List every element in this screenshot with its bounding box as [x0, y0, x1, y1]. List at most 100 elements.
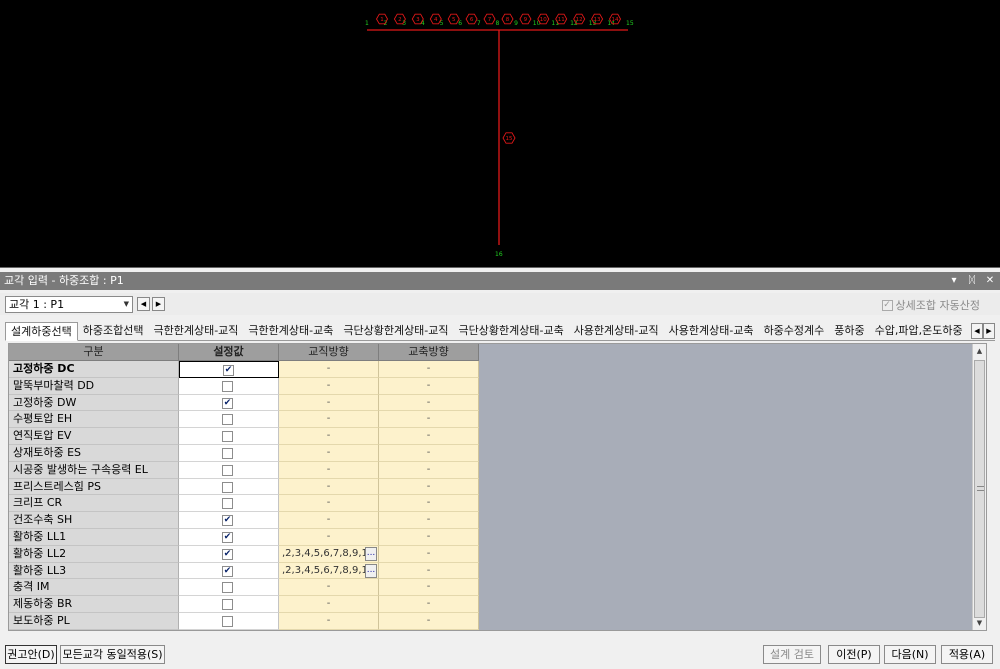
member-marker-label: 13	[594, 17, 601, 23]
setting-cell[interactable]: ✔	[179, 394, 279, 412]
load-checkbox[interactable]	[222, 447, 233, 459]
member-marker[interactable]: 14	[608, 13, 622, 25]
tab-5[interactable]: 극단상황한계상태-교축	[454, 322, 569, 341]
transverse-value: -	[326, 598, 331, 610]
tab-6[interactable]: 사용한계상태-교직	[569, 322, 664, 341]
transverse-value: ,2,3,4,5,6,7,8,9,1(	[282, 564, 372, 576]
column-marker[interactable]: 15	[502, 132, 516, 144]
next-pier-button[interactable]: ▶	[152, 297, 165, 311]
prev-pier-button[interactable]: ◀	[137, 297, 150, 311]
setting-cell[interactable]	[179, 428, 279, 445]
load-checkbox[interactable]	[222, 464, 233, 476]
load-checkbox[interactable]: ✔	[222, 565, 233, 577]
load-checkbox[interactable]: ✔	[223, 365, 234, 376]
setting-cell[interactable]: ✔	[179, 562, 279, 580]
member-marker[interactable]: 12	[573, 13, 586, 25]
scroll-up-icon[interactable]: ▲	[973, 344, 986, 358]
table-row: 상재토하중 ES - -	[9, 444, 480, 462]
setting-cell[interactable]: ✔	[179, 512, 279, 529]
setting-cell[interactable]	[179, 377, 279, 395]
apply-button[interactable]: 적용(A)	[941, 645, 993, 664]
tab-3[interactable]: 극한한계상태-교축	[243, 322, 338, 341]
load-name: 연직토압 EV	[9, 428, 179, 445]
tab-1[interactable]: 하중조합선택	[78, 322, 149, 341]
tab-8[interactable]: 하중수정계수	[759, 322, 830, 341]
header-longitudinal: 교축방향	[379, 344, 479, 361]
member-marker[interactable]: 11	[555, 13, 568, 25]
pier-select-value: 교각 1 : P1	[9, 298, 65, 311]
ellipsis-button[interactable]: ...	[365, 546, 377, 561]
member-marker-label: 11	[558, 17, 565, 23]
longitudinal-cell: -	[379, 444, 479, 462]
tab-9[interactable]: 풍하중	[829, 322, 869, 341]
setting-cell[interactable]: ✔	[179, 361, 279, 378]
panel-close-icon[interactable]: ✕	[984, 272, 996, 290]
next-button[interactable]: 다음(N)	[884, 645, 936, 664]
transverse-cell[interactable]: ,2,3,4,5,6,7,8,9,1(...	[279, 545, 379, 563]
tab-0[interactable]: 설계하중선택	[5, 322, 78, 341]
member-marker[interactable]: 3	[411, 13, 424, 25]
load-checkbox[interactable]	[222, 481, 233, 493]
node-label: 9	[514, 20, 518, 27]
member-marker[interactable]: 9	[519, 13, 532, 25]
load-checkbox[interactable]	[222, 380, 233, 392]
tab-2[interactable]: 극한한계상태-교직	[148, 322, 243, 341]
load-checkbox[interactable]	[222, 582, 233, 594]
tab-7[interactable]: 사용한계상태-교축	[664, 322, 759, 341]
load-checkbox[interactable]	[222, 498, 233, 510]
member-marker-label: 5	[452, 17, 456, 23]
setting-cell[interactable]	[179, 495, 279, 513]
prev-button[interactable]: 이전(P)	[828, 645, 880, 664]
tab-4[interactable]: 극단상황한계상태-교직	[338, 322, 453, 341]
member-marker[interactable]: 10	[537, 13, 550, 25]
auto-combination-checkbox[interactable]: ✓ 상세조합 자동산정	[881, 297, 980, 313]
setting-cell[interactable]	[179, 596, 279, 613]
model-viewport[interactable]: 1 2 3 4 5 6 7 8 9 10 11 12 13 14 15 1 2 3 4 5 6 7 8 9 10 11 12 13 14…	[0, 0, 1000, 268]
grid-header: 구분 설정값 교직방향 교축방향	[9, 344, 480, 361]
member-marker[interactable]: 7	[483, 13, 496, 25]
setting-cell[interactable]: ✔	[179, 545, 279, 563]
transverse-cell[interactable]: ,2,3,4,5,6,7,8,9,1(...	[279, 562, 379, 580]
member-marker[interactable]: 4	[429, 13, 442, 25]
recommend-button[interactable]: 권고안(D)	[5, 645, 57, 664]
member-marker[interactable]: 13	[591, 13, 604, 25]
design-check-button[interactable]: 설계 검토	[763, 645, 821, 664]
setting-cell[interactable]	[179, 579, 279, 597]
setting-cell[interactable]	[179, 444, 279, 462]
pier-select[interactable]: 교각 1 : P1 ▼	[5, 296, 133, 313]
panel-pin-icon[interactable]: ᛞ	[966, 272, 978, 290]
member-marker[interactable]: 1	[375, 13, 389, 25]
load-checkbox[interactable]: ✔	[222, 515, 233, 527]
setting-cell[interactable]	[179, 612, 279, 630]
setting-cell[interactable]	[179, 461, 279, 479]
setting-cell[interactable]: ✔	[179, 528, 279, 546]
member-marker[interactable]: 2	[393, 13, 406, 25]
tab-10[interactable]: 수압,파압,온도하중	[870, 322, 968, 341]
load-checkbox[interactable]	[222, 431, 233, 443]
member-marker[interactable]: 5	[447, 13, 460, 25]
tab-scroll-right-icon[interactable]: ▶	[983, 323, 995, 339]
longitudinal-cell: -	[379, 562, 479, 580]
panel-menu-icon[interactable]: ▾	[948, 272, 960, 290]
member-marker[interactable]: 8	[501, 13, 514, 25]
scroll-down-icon[interactable]: ▼	[973, 616, 986, 630]
tab-bar: 설계하중선택 하중조합선택 극한한계상태-교직 극한한계상태-교축 극단상황한계상태-교…	[5, 322, 995, 341]
load-checkbox[interactable]	[222, 414, 233, 426]
load-name: 프리스트레스힘 PS	[9, 478, 179, 496]
load-checkbox[interactable]	[222, 615, 233, 627]
load-checkbox[interactable]: ✔	[222, 531, 233, 543]
transverse-value: -	[326, 413, 331, 425]
setting-cell[interactable]	[179, 411, 279, 429]
member-marker[interactable]: 6	[465, 13, 478, 25]
load-checkbox[interactable]: ✔	[222, 397, 233, 409]
load-checkbox[interactable]: ✔	[222, 548, 233, 560]
grid-scrollbar[interactable]: ▲ ▼	[972, 344, 986, 630]
tab-scroll: ◀ ▶	[971, 323, 995, 339]
setting-cell[interactable]	[179, 478, 279, 496]
tab-scroll-left-icon[interactable]: ◀	[971, 323, 983, 339]
table-row: 제동하중 BR - -	[9, 596, 480, 613]
apply-all-piers-button[interactable]: 모든교각 동일적용(S)	[60, 645, 165, 664]
scroll-thumb[interactable]	[974, 360, 985, 618]
ellipsis-button[interactable]: ...	[365, 563, 377, 578]
load-checkbox[interactable]	[222, 599, 233, 611]
